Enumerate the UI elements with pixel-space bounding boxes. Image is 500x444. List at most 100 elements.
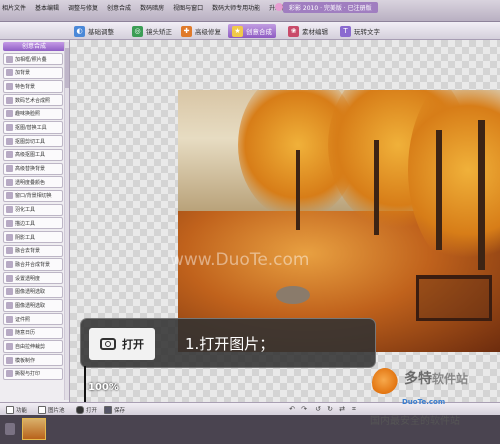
flip-icon[interactable]: ⇄ <box>338 406 346 413</box>
save-button[interactable]: 保存 <box>104 405 125 414</box>
function-item[interactable]: 撕裂与打印 <box>3 367 63 380</box>
brand-name: 多特软件站 <box>404 368 468 388</box>
tree-trunk <box>436 130 442 250</box>
tab-basic-adjust[interactable]: ◐ 基础调整 <box>70 24 118 38</box>
function-item[interactable]: 阴影工具 <box>3 230 63 244</box>
camera-icon <box>100 338 116 350</box>
text-icon: T <box>340 25 351 37</box>
main-toolbar: ◐ 基础调整 ◎ 镜头矫正 ✚ 高级修复 ★ 创意合成 ❀ 素材编辑 T 玩转文… <box>0 22 500 40</box>
undo-icon[interactable]: ↶ <box>288 406 296 413</box>
function-label: 加相框/照片叠 <box>15 56 47 63</box>
function-item[interactable]: 随意日历 <box>3 326 63 339</box>
menu-item-darkroom[interactable]: 数码暗房 <box>140 3 164 12</box>
crop-icon[interactable]: ⌗ <box>350 406 358 413</box>
function-label: 羽化工具 <box>15 207 36 214</box>
menu-item-file[interactable]: 相片文件 <box>2 3 26 12</box>
function-icon <box>6 206 13 214</box>
callout-button-label: 打开 <box>122 338 144 351</box>
function-label: 窗口/背景相切换 <box>15 193 52 200</box>
picture-pool-tab[interactable]: 图片池 <box>38 405 65 414</box>
menu-item-view[interactable]: 视图与窗口 <box>173 3 203 12</box>
menu-item-compose[interactable]: 创意合成 <box>107 3 131 12</box>
function-label: 抠图剪切工具 <box>15 138 46 145</box>
compose-icon: ★ <box>232 25 243 37</box>
function-item[interactable]: 融合并合成背景 <box>3 258 63 271</box>
function-list: 加相框/照片叠 加背景 特色背景 数码艺术合成照 趣味换脸照 抠图/替换工具 抠… <box>3 53 63 382</box>
function-icon <box>6 315 13 323</box>
tree-trunk <box>296 150 300 230</box>
function-label: 高级抠图工具 <box>15 152 46 159</box>
picture-pool-label: 图片池 <box>48 407 65 414</box>
function-label: 抠图/替换工具 <box>15 125 47 132</box>
panel-scrollbar[interactable] <box>64 42 69 400</box>
function-item[interactable]: 数码艺术合成照 <box>3 94 63 107</box>
function-label: 数码艺术合成照 <box>15 97 51 104</box>
photo-rock <box>276 286 310 304</box>
rotate-right-icon[interactable]: ↻ <box>326 406 334 413</box>
function-label: 设置透明度 <box>15 275 41 282</box>
tab-material-edit[interactable]: ❀ 素材编辑 <box>284 24 332 38</box>
function-icon <box>6 370 13 378</box>
rotate-left-icon[interactable]: ↺ <box>314 406 322 413</box>
menu-item-master[interactable]: 数码大师专用功能 <box>212 3 260 12</box>
redo-icon[interactable]: ↷ <box>300 406 308 413</box>
function-icon <box>6 178 13 186</box>
function-item[interactable]: 加背景 <box>3 66 63 79</box>
tab-lens-correct[interactable]: ◎ 镜头矫正 <box>128 24 176 38</box>
function-icon <box>6 124 13 132</box>
photo-thumbnail[interactable] <box>22 418 46 440</box>
function-item[interactable]: 设置透明度 <box>3 272 63 285</box>
function-item[interactable]: 透明度叠颜色 <box>3 176 63 189</box>
function-icon <box>6 151 13 159</box>
function-item[interactable]: 图像透明选取 <box>3 285 63 298</box>
function-item[interactable]: 描边工具 <box>3 217 63 230</box>
function-label: 图像透明选取 <box>15 302 46 309</box>
function-icon <box>6 343 13 351</box>
function-item[interactable]: 模板制作 <box>3 354 63 367</box>
function-item[interactable]: 抠图/替换工具 <box>3 121 63 134</box>
function-item[interactable]: 趣味换脸照 <box>3 107 63 120</box>
tab-play-text[interactable]: T 玩转文字 <box>336 24 384 38</box>
function-item[interactable]: 加相框/照片叠 <box>3 53 63 66</box>
function-icon <box>6 274 13 282</box>
menu-item-edit[interactable]: 基本编辑 <box>35 3 59 12</box>
function-tab[interactable]: 功能 <box>6 405 27 414</box>
filmstrip-handle[interactable] <box>5 423 15 435</box>
function-item[interactable]: 高级替换背景 <box>3 162 63 175</box>
function-label: 图像透明选取 <box>15 289 46 296</box>
function-item[interactable]: 特色背景 <box>3 80 63 93</box>
tab-advanced-repair[interactable]: ✚ 高级修复 <box>177 24 225 38</box>
tab-label: 镜头矫正 <box>146 28 172 36</box>
tree-trunk <box>478 120 485 270</box>
function-icon <box>6 356 13 364</box>
duote-logo-icon <box>372 368 398 398</box>
adjust-icon: ◐ <box>74 25 85 37</box>
instruction-text: 1.打开图片； <box>185 335 275 353</box>
save-icon <box>104 405 112 414</box>
material-icon: ❀ <box>288 25 299 37</box>
open-button[interactable]: 打开 <box>76 405 97 414</box>
menu-item-adjust[interactable]: 调整与修复 <box>68 3 98 12</box>
tab-creative-compose[interactable]: ★ 创意合成 <box>228 24 276 38</box>
function-item[interactable]: 图像透明选取 <box>3 299 63 312</box>
brand-site: DuoTe.com <box>402 398 446 406</box>
function-icon <box>6 301 13 309</box>
function-item[interactable]: 羽化工具 <box>3 203 63 216</box>
open-button-highlight: 打开 <box>89 328 155 360</box>
function-item[interactable]: 抠图剪切工具 <box>3 135 63 148</box>
function-label: 高级替换背景 <box>15 166 46 173</box>
panel-header: 创意合成 <box>3 42 65 51</box>
instruction-callout: 打开 1.打开图片； <box>80 318 376 368</box>
function-item[interactable]: 窗口/背景相切换 <box>3 189 63 203</box>
function-icon <box>6 165 13 173</box>
function-icon <box>6 55 13 63</box>
function-item[interactable]: 自由拉伸裁剪 <box>3 340 63 353</box>
function-icon <box>6 247 13 255</box>
function-item[interactable]: 证件照 <box>3 313 63 326</box>
brand-slogan: 国内最安全的软件站 <box>370 416 460 427</box>
picture-pool-icon <box>38 405 46 414</box>
function-icon <box>6 137 13 145</box>
function-item[interactable]: 高级抠图工具 <box>3 148 63 161</box>
function-item[interactable]: 融合去背景 <box>3 244 63 257</box>
scrollbar-thumb[interactable] <box>65 48 69 88</box>
